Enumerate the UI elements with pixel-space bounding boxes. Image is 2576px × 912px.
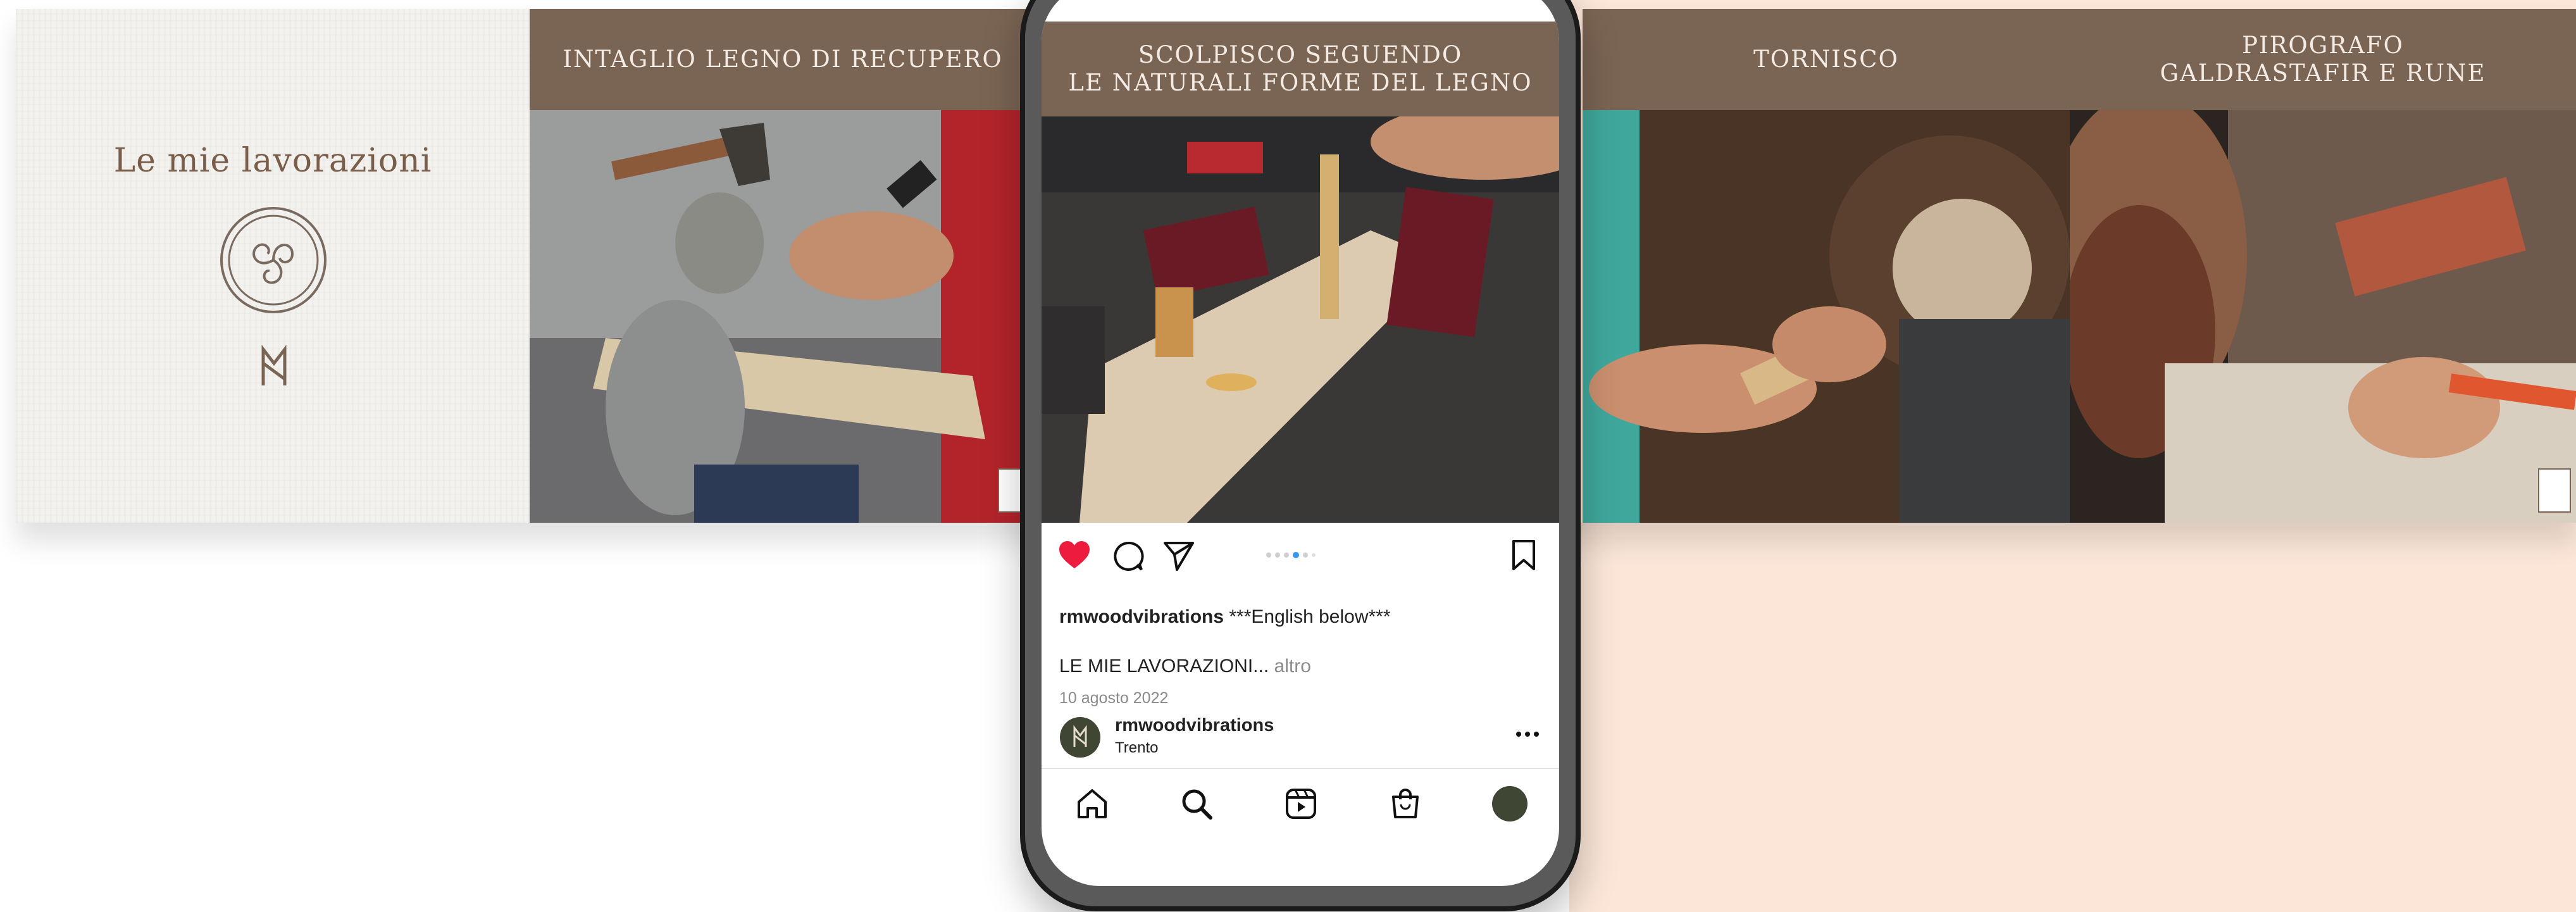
caption-more-link[interactable]: altro bbox=[1269, 656, 1311, 677]
send-icon[interactable] bbox=[1163, 540, 1195, 571]
photo-turning bbox=[1583, 110, 2070, 523]
triskelion-emblem-icon bbox=[220, 207, 327, 313]
intro-card: Le mie lavorazioni bbox=[16, 9, 530, 523]
author-row: rmwoodvibrations Trento bbox=[1059, 711, 1540, 762]
post-action-bar bbox=[1042, 523, 1559, 586]
author-location[interactable]: Trento bbox=[1115, 739, 1158, 757]
card-title: INTAGLIO LEGNO DI RECUPERO bbox=[563, 46, 1003, 73]
card-title: TORNISCO bbox=[1753, 46, 1899, 73]
carousel-dot bbox=[1312, 553, 1316, 557]
caption-username[interactable]: rmwoodvibrations bbox=[1059, 606, 1224, 627]
comment-icon[interactable] bbox=[1112, 540, 1144, 572]
photo-pyrography bbox=[2070, 110, 2576, 523]
caption-text: ***English below*** bbox=[1224, 606, 1391, 627]
carousel-dot bbox=[1275, 553, 1280, 558]
card-banner: PIROGRAFO GALDRASTAFIR E RUNE bbox=[2070, 9, 2576, 116]
card-title-line-2: GALDRASTAFIR E RUNE bbox=[2160, 59, 2486, 87]
post-date: 10 agosto 2022 bbox=[1059, 689, 1169, 707]
carousel-dot bbox=[1266, 553, 1271, 558]
caption-preview-line: LE MIE LAVORAZIONI... altro bbox=[1059, 656, 1311, 677]
shop-icon bbox=[1392, 789, 1419, 818]
post-banner: SCOLPISCO SEGUENDO LE NATURALI FORME DEL… bbox=[1042, 22, 1559, 122]
nav-search[interactable] bbox=[1174, 782, 1219, 826]
carousel-indicator bbox=[1266, 552, 1316, 559]
post-title-line-1: SCOLPISCO SEGUENDO bbox=[1138, 41, 1463, 69]
carousel-card-pyrography: PIROGRAFO GALDRASTAFIR E RUNE bbox=[2070, 9, 2576, 523]
home-icon bbox=[1078, 789, 1107, 818]
profile-avatar-icon bbox=[1492, 786, 1528, 821]
post-title-line-2: LE NATURALI FORME DEL LEGNO bbox=[1068, 69, 1533, 96]
rm-rune-monogram-icon bbox=[261, 344, 287, 385]
bottom-nav bbox=[1042, 768, 1559, 839]
phone-mockup: SCOLPISCO SEGUENDO LE NATURALI FORME DEL… bbox=[1020, 0, 1581, 911]
nav-home[interactable] bbox=[1070, 782, 1114, 826]
card-banner: INTAGLIO LEGNO DI RECUPERO bbox=[530, 9, 1036, 116]
post-image[interactable]: SCOLPISCO SEGUENDO LE NATURALI FORME DEL… bbox=[1042, 22, 1559, 523]
carousel-dot-active bbox=[1293, 552, 1299, 558]
reels-icon bbox=[1286, 789, 1316, 819]
caption-preview: LE MIE LAVORAZIONI... bbox=[1059, 656, 1269, 677]
phone-screen: SCOLPISCO SEGUENDO LE NATURALI FORME DEL… bbox=[1042, 0, 1559, 886]
carousel-dot bbox=[1284, 553, 1289, 558]
more-dots-icon[interactable] bbox=[1515, 730, 1540, 738]
author-username[interactable]: rmwoodvibrations bbox=[1115, 715, 1274, 736]
bookmark-icon[interactable] bbox=[1511, 539, 1536, 571]
card-title-line-1: PIROGRAFO bbox=[2242, 32, 2404, 59]
caption-line: rmwoodvibrations ***English below*** bbox=[1059, 606, 1391, 628]
photo-sculpting bbox=[1042, 116, 1559, 523]
carousel-card-carving: INTAGLIO LEGNO DI RECUPERO bbox=[530, 9, 1036, 523]
card-banner: TORNISCO bbox=[1583, 9, 2070, 116]
logo-badge bbox=[2538, 468, 2571, 513]
nav-profile[interactable] bbox=[1488, 782, 1532, 826]
carousel-card-turning: TORNISCO bbox=[1583, 9, 2070, 523]
rm-avatar-icon[interactable] bbox=[1059, 716, 1101, 758]
search-icon bbox=[1182, 789, 1212, 820]
photo-carving bbox=[530, 110, 1036, 523]
carousel-dot bbox=[1303, 553, 1308, 558]
nav-shop[interactable] bbox=[1383, 782, 1428, 826]
intro-title: Le mie lavorazioni bbox=[113, 142, 432, 180]
nav-reels[interactable] bbox=[1279, 782, 1323, 826]
heart-icon[interactable] bbox=[1058, 540, 1091, 570]
